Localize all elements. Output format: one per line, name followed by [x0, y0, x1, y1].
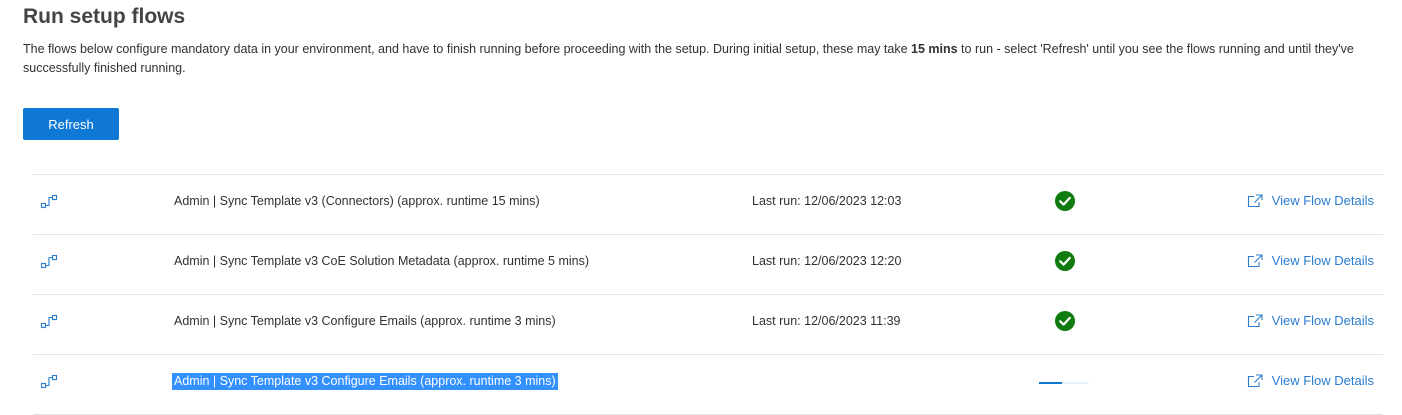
open-in-new-window-icon [1247, 374, 1263, 388]
view-flow-details-link[interactable]: View Flow Details [1247, 250, 1374, 272]
flow-icon [40, 254, 58, 269]
view-flow-details-label: View Flow Details [1271, 373, 1374, 388]
description-text: The flows below configure mandatory data… [23, 42, 912, 56]
check-circle-icon [1055, 251, 1075, 271]
flow-list: Admin | Sync Template v3 (Connectors) (a… [33, 174, 1383, 415]
flow-name: Admin | Sync Template v3 (Connectors) (a… [174, 194, 540, 208]
view-flow-details-label: View Flow Details [1271, 193, 1374, 208]
view-flow-details-label: View Flow Details [1271, 253, 1374, 268]
flow-icon [40, 314, 58, 329]
flow-row: Admin | Sync Template v3 Configure Email… [33, 355, 1383, 415]
check-circle-icon [1055, 311, 1075, 331]
open-in-new-window-icon [1247, 314, 1263, 328]
check-circle-icon [1055, 191, 1075, 211]
flow-icon [40, 194, 58, 209]
flow-name: Admin | Sync Template v3 Configure Email… [174, 314, 556, 328]
flow-row: Admin | Sync Template v3 (Connectors) (a… [33, 175, 1383, 235]
view-flow-details-link[interactable]: View Flow Details [1247, 310, 1374, 332]
refresh-button[interactable]: Refresh [23, 108, 119, 140]
progress-fill [1039, 382, 1062, 384]
open-in-new-window-icon [1247, 254, 1263, 268]
flow-icon [40, 374, 58, 389]
view-flow-details-link[interactable]: View Flow Details [1247, 370, 1374, 392]
flow-name-selected: Admin | Sync Template v3 Configure Email… [172, 373, 558, 390]
setup-description: The flows below configure mandatory data… [23, 40, 1373, 78]
view-flow-details-label: View Flow Details [1271, 313, 1374, 328]
last-run-time: Last run: 12/06/2023 12:20 [752, 254, 902, 268]
last-run-time: Last run: 12/06/2023 11:39 [752, 314, 901, 328]
open-in-new-window-icon [1247, 194, 1263, 208]
description-emphasis: 15 mins [911, 42, 958, 56]
flow-row: Admin | Sync Template v3 CoE Solution Me… [33, 235, 1383, 295]
progress-indicator [1039, 382, 1089, 384]
flow-row: Admin | Sync Template v3 Configure Email… [33, 295, 1383, 355]
view-flow-details-link[interactable]: View Flow Details [1247, 190, 1374, 212]
last-run-time: Last run: 12/06/2023 12:03 [752, 194, 902, 208]
page-title: Run setup flows [23, 5, 186, 28]
flow-name: Admin | Sync Template v3 CoE Solution Me… [174, 254, 590, 268]
